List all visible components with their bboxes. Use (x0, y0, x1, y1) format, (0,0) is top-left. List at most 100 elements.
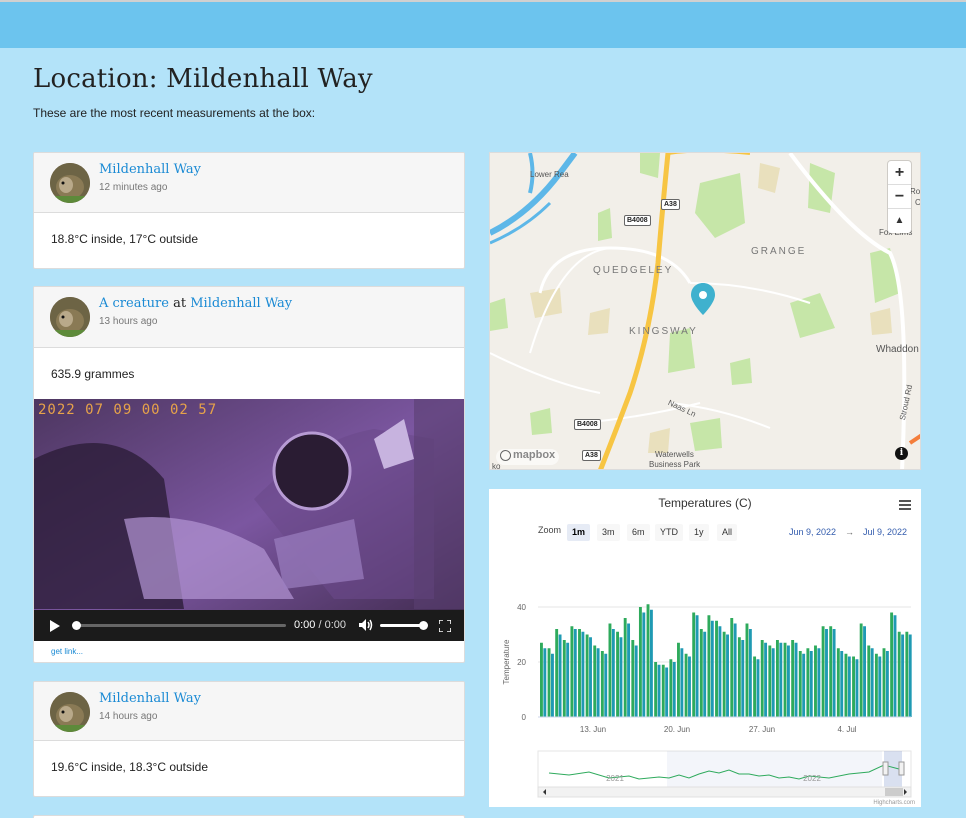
chart-bar (753, 656, 757, 717)
chart-bar (882, 648, 886, 717)
chart-bar (806, 648, 810, 717)
chart-bar (570, 626, 574, 717)
road-badge: B4008 (624, 215, 651, 226)
hedgehog-avatar-icon (50, 297, 90, 337)
card-body: 19.6°C inside, 18.3°C outside (34, 741, 464, 774)
mapbox-logo-icon (500, 449, 511, 461)
compass-button[interactable]: ▲ (888, 209, 911, 233)
chart-bar (573, 629, 577, 717)
chart-bar (684, 653, 688, 717)
volume-icon[interactable] (359, 619, 373, 631)
chart-bar (771, 648, 775, 717)
chart-bar (855, 659, 859, 717)
chart-bar (874, 653, 878, 717)
chart-bar (809, 651, 813, 717)
chart-bar (733, 623, 737, 717)
x-tick-label: 13. Jun (580, 725, 606, 734)
scrollbar-thumb (885, 788, 903, 796)
chart-bar (779, 642, 783, 717)
chart-bar (669, 659, 673, 717)
hedgehog-avatar-icon (50, 692, 90, 732)
chart-bar (726, 634, 729, 717)
progress-thumb[interactable] (72, 621, 81, 630)
map-label: KINGSWAY (629, 326, 698, 337)
chart-bar (730, 618, 734, 717)
road-badge: B4008 (574, 419, 601, 430)
chart-bar (840, 651, 844, 717)
avatar (50, 297, 90, 337)
map-label: Whaddon (876, 344, 919, 355)
volume-slider[interactable] (380, 621, 428, 630)
duration: 0:00 (324, 619, 347, 631)
info-icon[interactable]: i (895, 447, 908, 460)
chart-bar (623, 618, 627, 717)
get-link[interactable]: get link... (51, 647, 83, 656)
chart-bar (585, 634, 589, 717)
hedgehog-avatar-icon (50, 163, 90, 203)
location-link[interactable]: Mildenhall Way (99, 691, 201, 706)
road-badge: A38 (582, 450, 601, 461)
card-body: 635.9 grammes (34, 348, 464, 381)
chart-bar (908, 634, 912, 717)
map-label: Ro (910, 187, 921, 196)
measurement-card: Mildenhall Way 14 hours ago 19.6°C insid… (33, 681, 465, 797)
volume-thumb[interactable] (419, 621, 428, 630)
chart-bar (654, 662, 658, 717)
time-separator: / (318, 619, 322, 631)
chart-bar (852, 656, 855, 717)
chart-bar (775, 640, 779, 717)
zoom-out-button[interactable]: − (888, 185, 911, 209)
y-axis-label: Temperature (502, 639, 511, 684)
chart-bar (638, 607, 642, 717)
chart-bar (745, 623, 749, 717)
chart-bar (657, 664, 661, 717)
chart-bar (798, 651, 802, 717)
chart-bar (646, 604, 650, 717)
navigator-mask (667, 751, 882, 787)
chart-bar (817, 648, 821, 717)
avatar (50, 163, 90, 203)
map-label: QUEDGELEY (593, 265, 674, 276)
chart-bar (555, 629, 559, 717)
zoom-in-button[interactable]: + (888, 161, 911, 185)
chart-bar (844, 653, 848, 717)
temperature-reading: 18.8°C inside, 17°C outside (51, 232, 199, 246)
video-player[interactable]: 2022 07 09 00 02 57 0:00 / 0:00 (34, 399, 464, 641)
map-pin-icon[interactable] (691, 283, 715, 315)
chart-bar (627, 623, 631, 717)
chart-bar (547, 648, 551, 717)
chart-bar (692, 612, 696, 717)
location-link[interactable]: Mildenhall Way (99, 162, 201, 177)
location-map[interactable]: Lower Rea QUEDGELEY GRANGE KINGSWAY Whad… (489, 152, 921, 470)
card-header: Mildenhall Way 12 minutes ago (34, 153, 464, 213)
chart-bar (688, 656, 691, 717)
y-tick-label: 0 (522, 713, 527, 722)
chart-bar (589, 637, 592, 717)
chart-credits[interactable]: Highcharts.com (873, 800, 915, 806)
temperature-reading: 19.6°C inside, 18.3°C outside (51, 760, 209, 774)
chart-bar (741, 640, 745, 717)
creature-link[interactable]: A creature (99, 296, 169, 311)
location-link[interactable]: Mildenhall Way (190, 296, 292, 311)
creature-card: A creature at Mildenhall Way 13 hours ag… (33, 286, 465, 663)
fullscreen-icon[interactable] (439, 620, 451, 632)
chart-bar (768, 645, 772, 717)
timestamp: 14 hours ago (99, 711, 158, 722)
page-subtitle: These are the most recent measurements a… (33, 106, 316, 120)
chart-bar (596, 648, 600, 717)
chart-bar (859, 623, 863, 717)
map-label: C (915, 198, 921, 207)
chart-bar (543, 648, 547, 717)
chart-bar (722, 631, 726, 717)
scrollbar-track (537, 786, 912, 798)
play-icon[interactable] (49, 620, 61, 632)
mapbox-logo[interactable]: mapbox (496, 449, 560, 465)
card-body: 18.8°C inside, 17°C outside (34, 213, 464, 246)
y-tick-label: 20 (517, 658, 526, 667)
video-timestamp-overlay: 2022 07 09 00 02 57 (38, 402, 218, 418)
chart-bar (703, 631, 707, 717)
chart-bar (619, 637, 623, 717)
chart-bar (562, 640, 566, 717)
x-tick-label: 27. Jun (749, 725, 775, 734)
progress-track[interactable] (72, 621, 286, 630)
